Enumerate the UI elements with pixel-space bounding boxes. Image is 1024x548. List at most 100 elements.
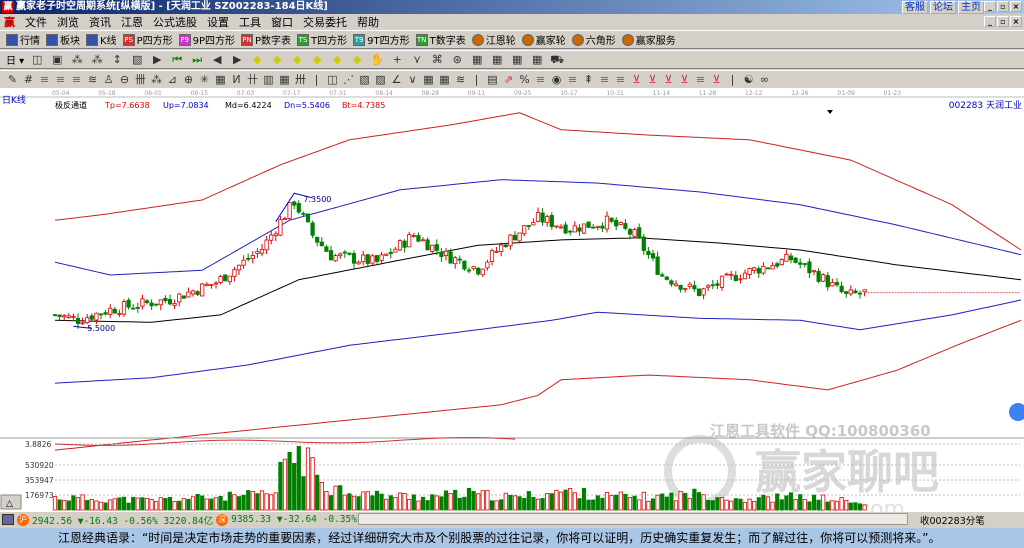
tool-icon[interactable]: ◫ xyxy=(30,53,44,67)
child-close-button[interactable]: × xyxy=(1010,16,1022,27)
menu-trade[interactable]: 交易委托 xyxy=(303,14,347,30)
menu-gann[interactable]: 江恩 xyxy=(121,14,143,30)
draw-tool-icon[interactable]: ⁂ xyxy=(150,73,163,87)
link-service[interactable]: 客服 xyxy=(902,1,928,14)
tool-icon[interactable]: ⛟ xyxy=(550,53,564,67)
draw-tool-icon[interactable]: 卅 xyxy=(294,73,307,87)
draw-tool-icon[interactable]: ▧ xyxy=(358,73,371,87)
tool-icon[interactable]: ▦ xyxy=(490,53,504,67)
tool-icon[interactable]: ▦ xyxy=(470,53,484,67)
draw-tool-icon[interactable]: ▦ xyxy=(422,73,435,87)
kline-chart[interactable]: 05-04 05-18 06-01 06-15 07-03 07-17 07-31 08-14… xyxy=(0,88,1024,522)
draw-tool-icon[interactable]: И xyxy=(230,73,243,87)
child-restore-button[interactable]: ▫ xyxy=(997,16,1009,27)
draw-tool-icon[interactable]: ◉ xyxy=(550,73,563,87)
draw-tool-icon[interactable]: ▥ xyxy=(262,73,275,87)
tool-icon[interactable]: ✋ xyxy=(370,53,384,67)
draw-tool-icon[interactable]: | xyxy=(310,73,323,87)
draw-tool-icon[interactable]: ▦ xyxy=(214,73,227,87)
menu-settings[interactable]: 设置 xyxy=(207,14,229,30)
tool-icon[interactable]: ⋎ xyxy=(410,53,424,67)
draw-tool-icon[interactable]: ≡ xyxy=(54,73,67,87)
toolbar-6[interactable]: TS T四方形 xyxy=(297,32,347,47)
tool-icon[interactable]: ⁂ xyxy=(90,53,104,67)
draw-tool-icon[interactable]: 卌 xyxy=(134,73,147,87)
draw-tool-icon[interactable]: ⊖ xyxy=(118,73,131,87)
draw-tool-icon[interactable]: ⊻ xyxy=(646,73,659,87)
menu-formula[interactable]: 公式选股 xyxy=(153,14,197,30)
draw-tool-icon[interactable]: ≡ xyxy=(614,73,627,87)
tool-icon[interactable]: ▶ xyxy=(150,53,164,67)
tool-icon[interactable]: ▣ xyxy=(50,53,64,67)
minimize-button[interactable]: _ xyxy=(984,1,996,12)
side-panel-toggle[interactable] xyxy=(1009,403,1024,421)
toolbar-1[interactable]: 板块 xyxy=(46,32,80,47)
draw-tool-icon[interactable]: ⋰ xyxy=(342,73,355,87)
menu-file[interactable]: 文件 xyxy=(25,14,47,30)
tool-icon[interactable]: + xyxy=(390,53,404,67)
tool-icon[interactable]: ◆ xyxy=(350,53,364,67)
toolbar-7[interactable]: T9 9T四方形 xyxy=(353,32,410,47)
toolbar-9[interactable]: 江恩轮 xyxy=(471,32,516,47)
toolbar-2[interactable]: K线 xyxy=(86,32,117,47)
draw-tool-icon[interactable]: ♙ xyxy=(102,73,115,87)
tool-icon[interactable]: ⏮ xyxy=(170,53,184,67)
draw-tool-icon[interactable]: ▦ xyxy=(438,73,451,87)
draw-tool-icon[interactable]: ≡ xyxy=(598,73,611,87)
period-select[interactable]: 日 ▾ xyxy=(6,52,24,67)
draw-tool-icon[interactable]: ≡ xyxy=(694,73,707,87)
menu-help[interactable]: 帮助 xyxy=(357,14,379,30)
draw-tool-icon[interactable]: % xyxy=(518,73,531,87)
tool-icon[interactable]: ⌘ xyxy=(430,53,444,67)
tool-icon[interactable]: ▶ xyxy=(230,53,244,67)
tool-icon[interactable]: ▧ xyxy=(130,53,144,67)
draw-tool-icon[interactable]: ⊻ xyxy=(662,73,675,87)
draw-tool-icon[interactable]: ▨ xyxy=(374,73,387,87)
calculator-icon[interactable] xyxy=(2,514,14,525)
tool-icon[interactable]: ↕ xyxy=(110,53,124,67)
draw-tool-icon[interactable]: ∠ xyxy=(390,73,403,87)
draw-tool-icon[interactable]: ☯ xyxy=(742,73,755,87)
draw-tool-icon[interactable]: ⊕ xyxy=(182,73,195,87)
tool-icon[interactable]: ◆ xyxy=(270,53,284,67)
draw-tool-icon[interactable]: ⊻ xyxy=(678,73,691,87)
tool-icon[interactable]: ⁂ xyxy=(70,53,84,67)
menu-info[interactable]: 资讯 xyxy=(89,14,111,30)
toolbar-10[interactable]: 赢家轮 xyxy=(521,32,566,47)
draw-tool-icon[interactable]: ≡ xyxy=(38,73,51,87)
tool-icon[interactable]: ▦ xyxy=(510,53,524,67)
close-button[interactable]: × xyxy=(1010,1,1022,12)
chart-canvas[interactable]: 05-04 05-18 06-01 06-15 07-03 07-17 07-31 08-14… xyxy=(0,88,1024,522)
draw-tool-icon[interactable]: ⊻ xyxy=(630,73,643,87)
draw-tool-icon[interactable]: ▤ xyxy=(486,73,499,87)
draw-tool-icon[interactable]: | xyxy=(470,73,483,87)
toolbar-11[interactable]: 六角形 xyxy=(571,32,616,47)
draw-tool-icon[interactable]: ≡ xyxy=(70,73,83,87)
tool-icon[interactable]: ⊛ xyxy=(450,53,464,67)
draw-tool-icon[interactable]: | xyxy=(726,73,739,87)
toolbar-8[interactable]: TN T数字表 xyxy=(415,32,466,47)
draw-tool-icon[interactable]: ≋ xyxy=(454,73,467,87)
tool-icon[interactable]: ▦ xyxy=(530,53,544,67)
draw-tool-icon[interactable]: ◫ xyxy=(326,73,339,87)
maximize-button[interactable]: ▫ xyxy=(997,1,1009,12)
tool-icon[interactable]: ◆ xyxy=(330,53,344,67)
draw-tool-icon[interactable]: # xyxy=(22,73,35,87)
draw-tool-icon[interactable]: ▦ xyxy=(278,73,291,87)
toolbar-12[interactable]: 赢家服务 xyxy=(621,32,676,47)
draw-tool-icon[interactable]: ≋ xyxy=(86,73,99,87)
draw-tool-icon[interactable]: ✎ xyxy=(6,73,19,87)
menu-tools[interactable]: 工具 xyxy=(239,14,261,30)
menu-window[interactable]: 窗口 xyxy=(271,14,293,30)
menu-browse[interactable]: 浏览 xyxy=(57,14,79,30)
draw-tool-icon[interactable]: ∞ xyxy=(758,73,771,87)
tool-icon[interactable]: ◆ xyxy=(250,53,264,67)
tool-icon[interactable]: ◀ xyxy=(210,53,224,67)
draw-tool-icon[interactable]: ≡ xyxy=(566,73,579,87)
child-minimize-button[interactable]: _ xyxy=(984,16,996,27)
toolbar-0[interactable]: 行情 xyxy=(6,32,40,47)
draw-tool-icon[interactable]: ≡ xyxy=(534,73,547,87)
tool-icon[interactable]: ◆ xyxy=(310,53,324,67)
draw-tool-icon[interactable]: ✳ xyxy=(198,73,211,87)
draw-tool-icon[interactable]: ⊻ xyxy=(710,73,723,87)
